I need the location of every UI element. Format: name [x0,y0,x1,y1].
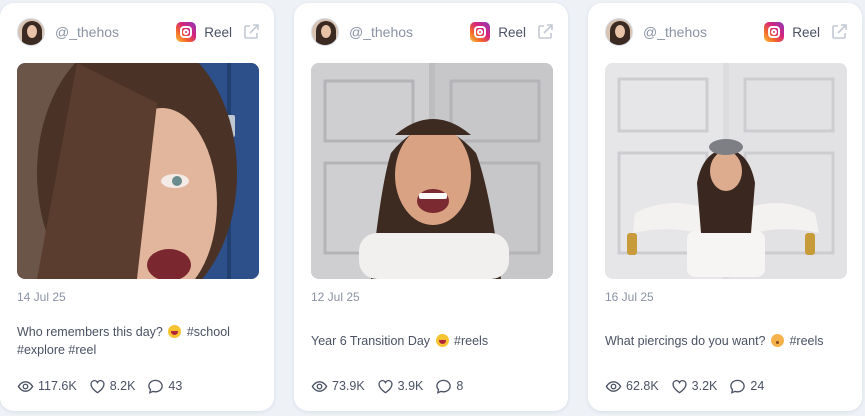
comments-count: 24 [750,379,765,393]
caption-text: What piercings do you want? [605,334,766,348]
eye-icon [605,380,622,392]
likes-stat: 3.2K [671,378,718,395]
likes-count: 3.9K [397,379,424,393]
post-card[interactable]: @_thehos Reel 14 Jul 25 Who remembers th… [0,3,274,411]
post-date: 16 Jul 25 [605,290,654,304]
views-count: 117.6K [38,379,77,393]
post-type-label: Reel [204,24,232,40]
comments-stat: 8 [435,378,463,395]
instagram-icon [764,22,785,42]
likes-count: 3.2K [691,379,718,393]
likes-count: 8.2K [109,379,136,393]
face-emoji-icon [771,334,784,347]
post-caption: Year 6 Transition Day #reels [311,332,554,350]
heart-icon [672,379,687,393]
post-header: @_thehos Reel [17,17,260,47]
external-link-icon[interactable] [830,23,848,41]
caption-hashtags[interactable]: #reels [789,334,823,348]
likes-stat: 8.2K [89,378,136,395]
external-link-icon[interactable] [536,23,554,41]
post-media-thumbnail[interactable] [311,63,553,279]
eye-icon [17,380,34,392]
avatar[interactable] [17,18,45,46]
avatar[interactable] [605,18,633,46]
heart-icon [90,379,105,393]
post-header: @_thehos Reel [311,17,554,47]
comments-stat: 43 [147,378,182,395]
post-stats: 117.6K 8.2K 43 [17,377,194,395]
laughing-emoji-icon [168,325,182,338]
laughing-emoji-icon [435,334,449,347]
comment-icon [436,379,452,394]
external-link-icon[interactable] [242,23,260,41]
views-stat: 73.9K [311,378,365,395]
account-handle[interactable]: @_thehos [349,24,470,40]
comment-icon [148,379,164,394]
comments-count: 8 [456,379,464,393]
post-stats: 73.9K 3.9K 8 [311,377,475,395]
eye-icon [311,380,328,392]
views-stat: 62.8K [605,378,659,395]
views-count: 73.9K [332,379,365,393]
caption-text: Who remembers this day? [17,325,163,339]
post-media-thumbnail[interactable] [605,63,847,279]
views-count: 62.8K [626,379,659,393]
post-stats: 62.8K 3.2K 24 [605,377,776,395]
post-date: 14 Jul 25 [17,290,66,304]
heart-icon [378,379,393,393]
account-handle[interactable]: @_thehos [643,24,764,40]
post-media-thumbnail[interactable] [17,63,259,279]
caption-text: Year 6 Transition Day [311,334,431,348]
account-handle[interactable]: @_thehos [55,24,176,40]
likes-stat: 3.9K [377,378,424,395]
post-card[interactable]: @_thehos Reel 12 Jul 25 Year 6 Transitio… [294,3,568,411]
post-type-label: Reel [498,24,526,40]
post-type-label: Reel [792,24,820,40]
post-caption: Who remembers this day? #school #explore… [17,323,260,359]
comments-count: 43 [168,379,183,393]
post-header: @_thehos Reel [605,17,848,47]
post-caption: What piercings do you want? #reels [605,332,848,350]
instagram-icon [176,22,197,42]
comments-stat: 24 [729,378,764,395]
caption-hashtags[interactable]: #reels [454,334,488,348]
instagram-icon [470,22,491,42]
avatar[interactable] [311,18,339,46]
views-stat: 117.6K [17,378,77,395]
comment-icon [730,379,746,394]
post-card[interactable]: @_thehos Reel 16 Jul 25 What piercings d… [588,3,862,411]
post-date: 12 Jul 25 [311,290,360,304]
